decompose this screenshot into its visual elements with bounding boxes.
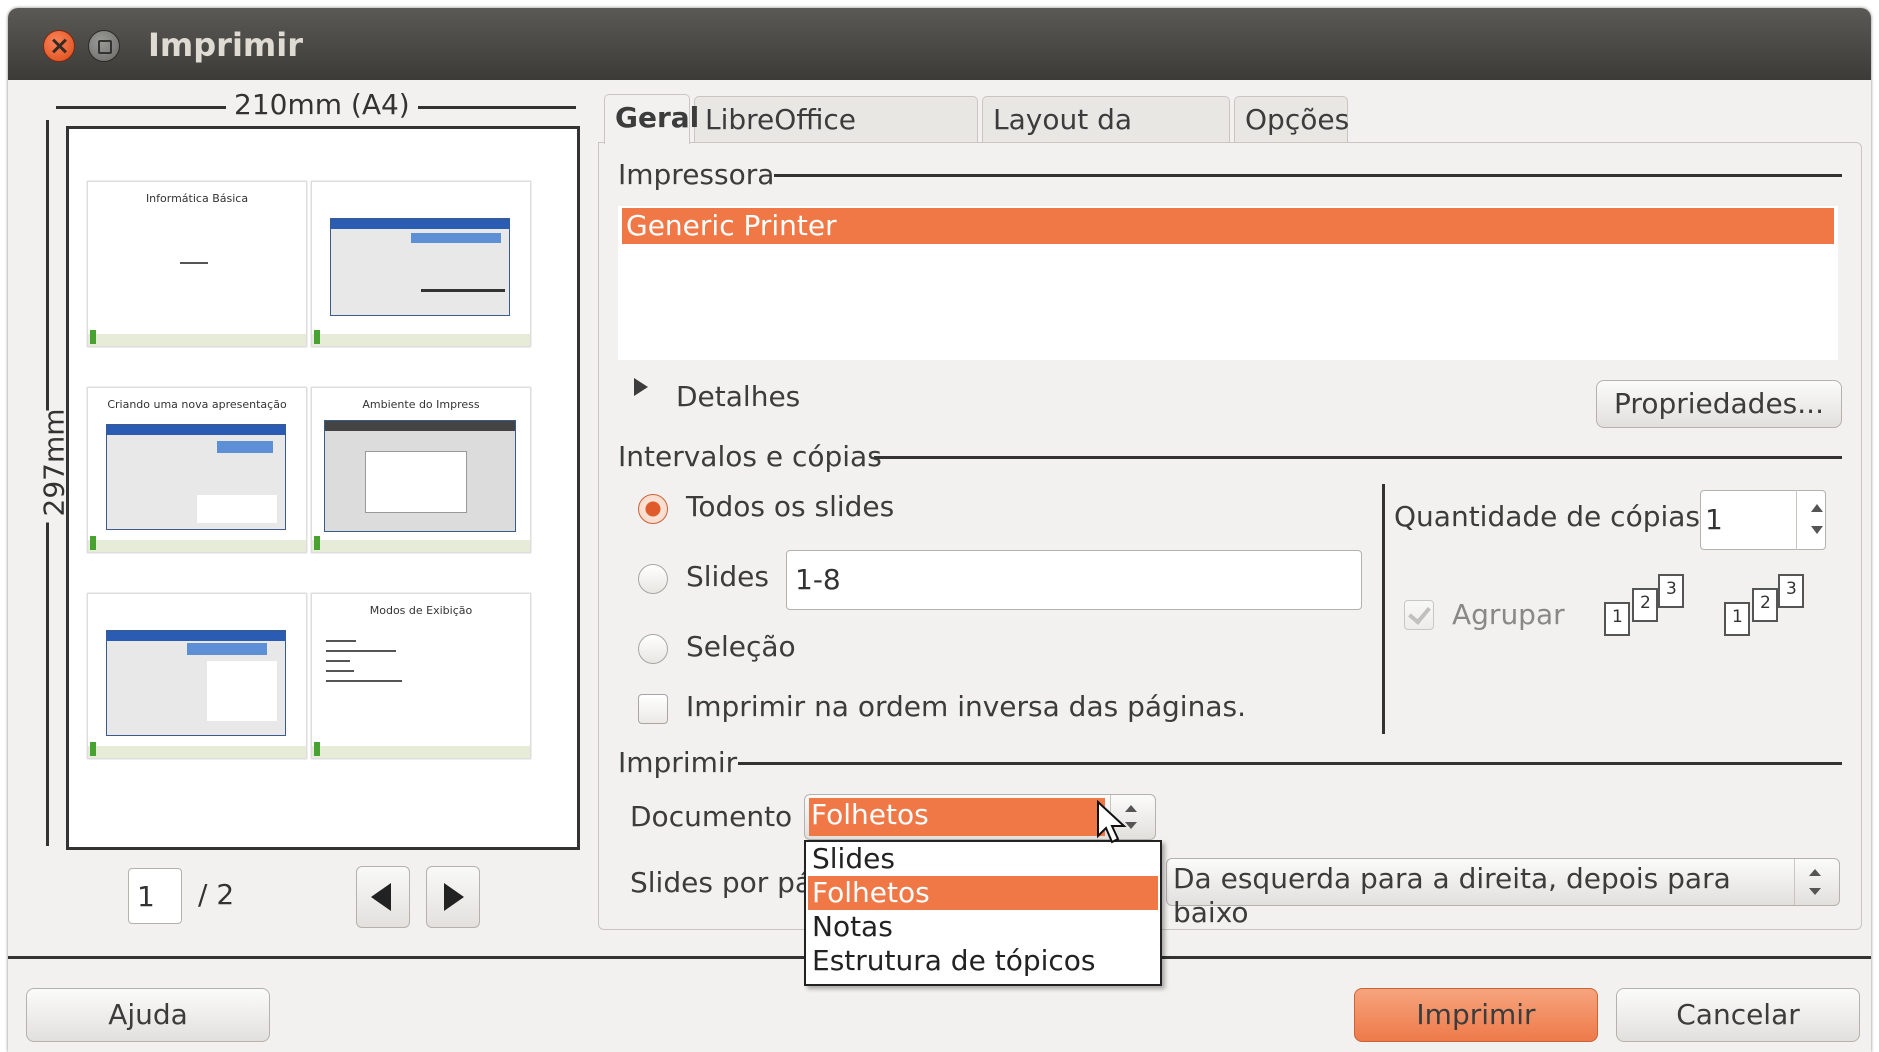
printer-list[interactable]: Generic Printer <box>618 206 1838 360</box>
help-button[interactable]: Ajuda <box>26 988 270 1042</box>
width-dimension: 210mm (A4) <box>56 88 576 124</box>
details-expander[interactable]: Detalhes <box>676 380 800 413</box>
previous-page-button[interactable] <box>356 866 410 928</box>
printer-section-title: Impressora <box>618 158 775 191</box>
tab-geral[interactable]: Geral <box>604 94 699 144</box>
tab-libreoffice-impress[interactable]: LibreOffice Impress <box>694 96 978 182</box>
print-section-title: Imprimir <box>618 746 738 779</box>
cancel-button[interactable]: Cancelar <box>1616 988 1860 1042</box>
next-page-button[interactable] <box>426 866 480 928</box>
window-title: Imprimir <box>148 26 303 64</box>
slides-radio[interactable] <box>638 564 668 594</box>
collate-checkbox <box>1404 600 1434 630</box>
all-slides-label[interactable]: Todos os slides <box>686 490 894 523</box>
minimize-icon[interactable] <box>88 30 120 62</box>
print-button[interactable]: Imprimir <box>1354 988 1598 1042</box>
close-icon[interactable] <box>43 30 75 62</box>
slide-thumbnail: Criando uma nova apresentação <box>87 387 307 553</box>
document-label: Documento <box>630 800 793 833</box>
print-preview-page: Informática Básica Criando uma nova apre… <box>66 126 580 850</box>
arrow-left-icon <box>371 883 391 911</box>
thumbnail-title: Criando uma nova apresentação <box>107 398 287 411</box>
properties-button[interactable]: Propriedades... <box>1596 380 1842 428</box>
dropdown-option-notas[interactable]: Notas <box>808 910 1158 944</box>
slide-thumbnail <box>87 593 307 759</box>
arrow-right-icon <box>444 883 464 911</box>
selection-label[interactable]: Seleção <box>686 630 796 663</box>
dropdown-option-folhetos[interactable]: Folhetos <box>808 876 1158 910</box>
selection-radio[interactable] <box>638 634 668 664</box>
ranges-section-title: Intervalos e cópias <box>618 440 882 473</box>
document-select-value: Folhetos <box>809 798 1105 836</box>
slide-thumbnail: Modos de Exibição <box>311 593 531 759</box>
expander-arrow-icon[interactable] <box>634 378 648 396</box>
page-number-input[interactable]: 1 <box>128 868 182 924</box>
slide-thumbnail: Informática Básica <box>87 181 307 347</box>
title-bar: Imprimir <box>8 8 1871 80</box>
thumbnail-title: Modos de Exibição <box>369 604 473 617</box>
page-order-value: Da esquerda para a direita, depois para … <box>1173 862 1731 929</box>
tab-layout-da-pagina[interactable]: Layout da página <box>982 96 1230 182</box>
document-dropdown-list[interactable]: Slides Folhetos Notas Estrutura de tópic… <box>804 840 1162 986</box>
slides-range-input[interactable]: 1-8 <box>786 550 1362 610</box>
width-label: 210mm (A4) <box>226 88 418 121</box>
printer-list-item[interactable]: Generic Printer <box>622 208 1834 244</box>
page-total: / 2 <box>198 878 235 911</box>
slide-thumbnail <box>311 181 531 347</box>
height-dimension: 297mm <box>37 120 71 846</box>
mouse-cursor-icon <box>1097 800 1127 844</box>
thumbnail-title: Informática Básica <box>145 192 249 205</box>
tab-opcoes[interactable]: Opções <box>1234 96 1349 144</box>
collate-label: Agrupar <box>1452 598 1565 631</box>
select-arrows-icon <box>1794 859 1835 905</box>
reverse-order-label[interactable]: Imprimir na ordem inversa das páginas. <box>686 690 1246 723</box>
thumbnail-title: Ambiente do Impress <box>362 398 480 411</box>
slides-per-page-label: Slides por pá <box>630 866 813 899</box>
slides-label[interactable]: Slides <box>686 560 769 593</box>
all-slides-radio[interactable] <box>638 494 668 524</box>
dropdown-option-estrutura[interactable]: Estrutura de tópicos <box>808 944 1158 978</box>
copies-spinner[interactable] <box>1796 490 1837 550</box>
page-order-select[interactable]: Da esquerda para a direita, depois para … <box>1166 858 1840 929</box>
copies-label: Quantidade de cópias <box>1394 500 1701 533</box>
slide-thumbnail: Ambiente do Impress <box>311 387 531 553</box>
reverse-order-checkbox[interactable] <box>638 694 668 724</box>
